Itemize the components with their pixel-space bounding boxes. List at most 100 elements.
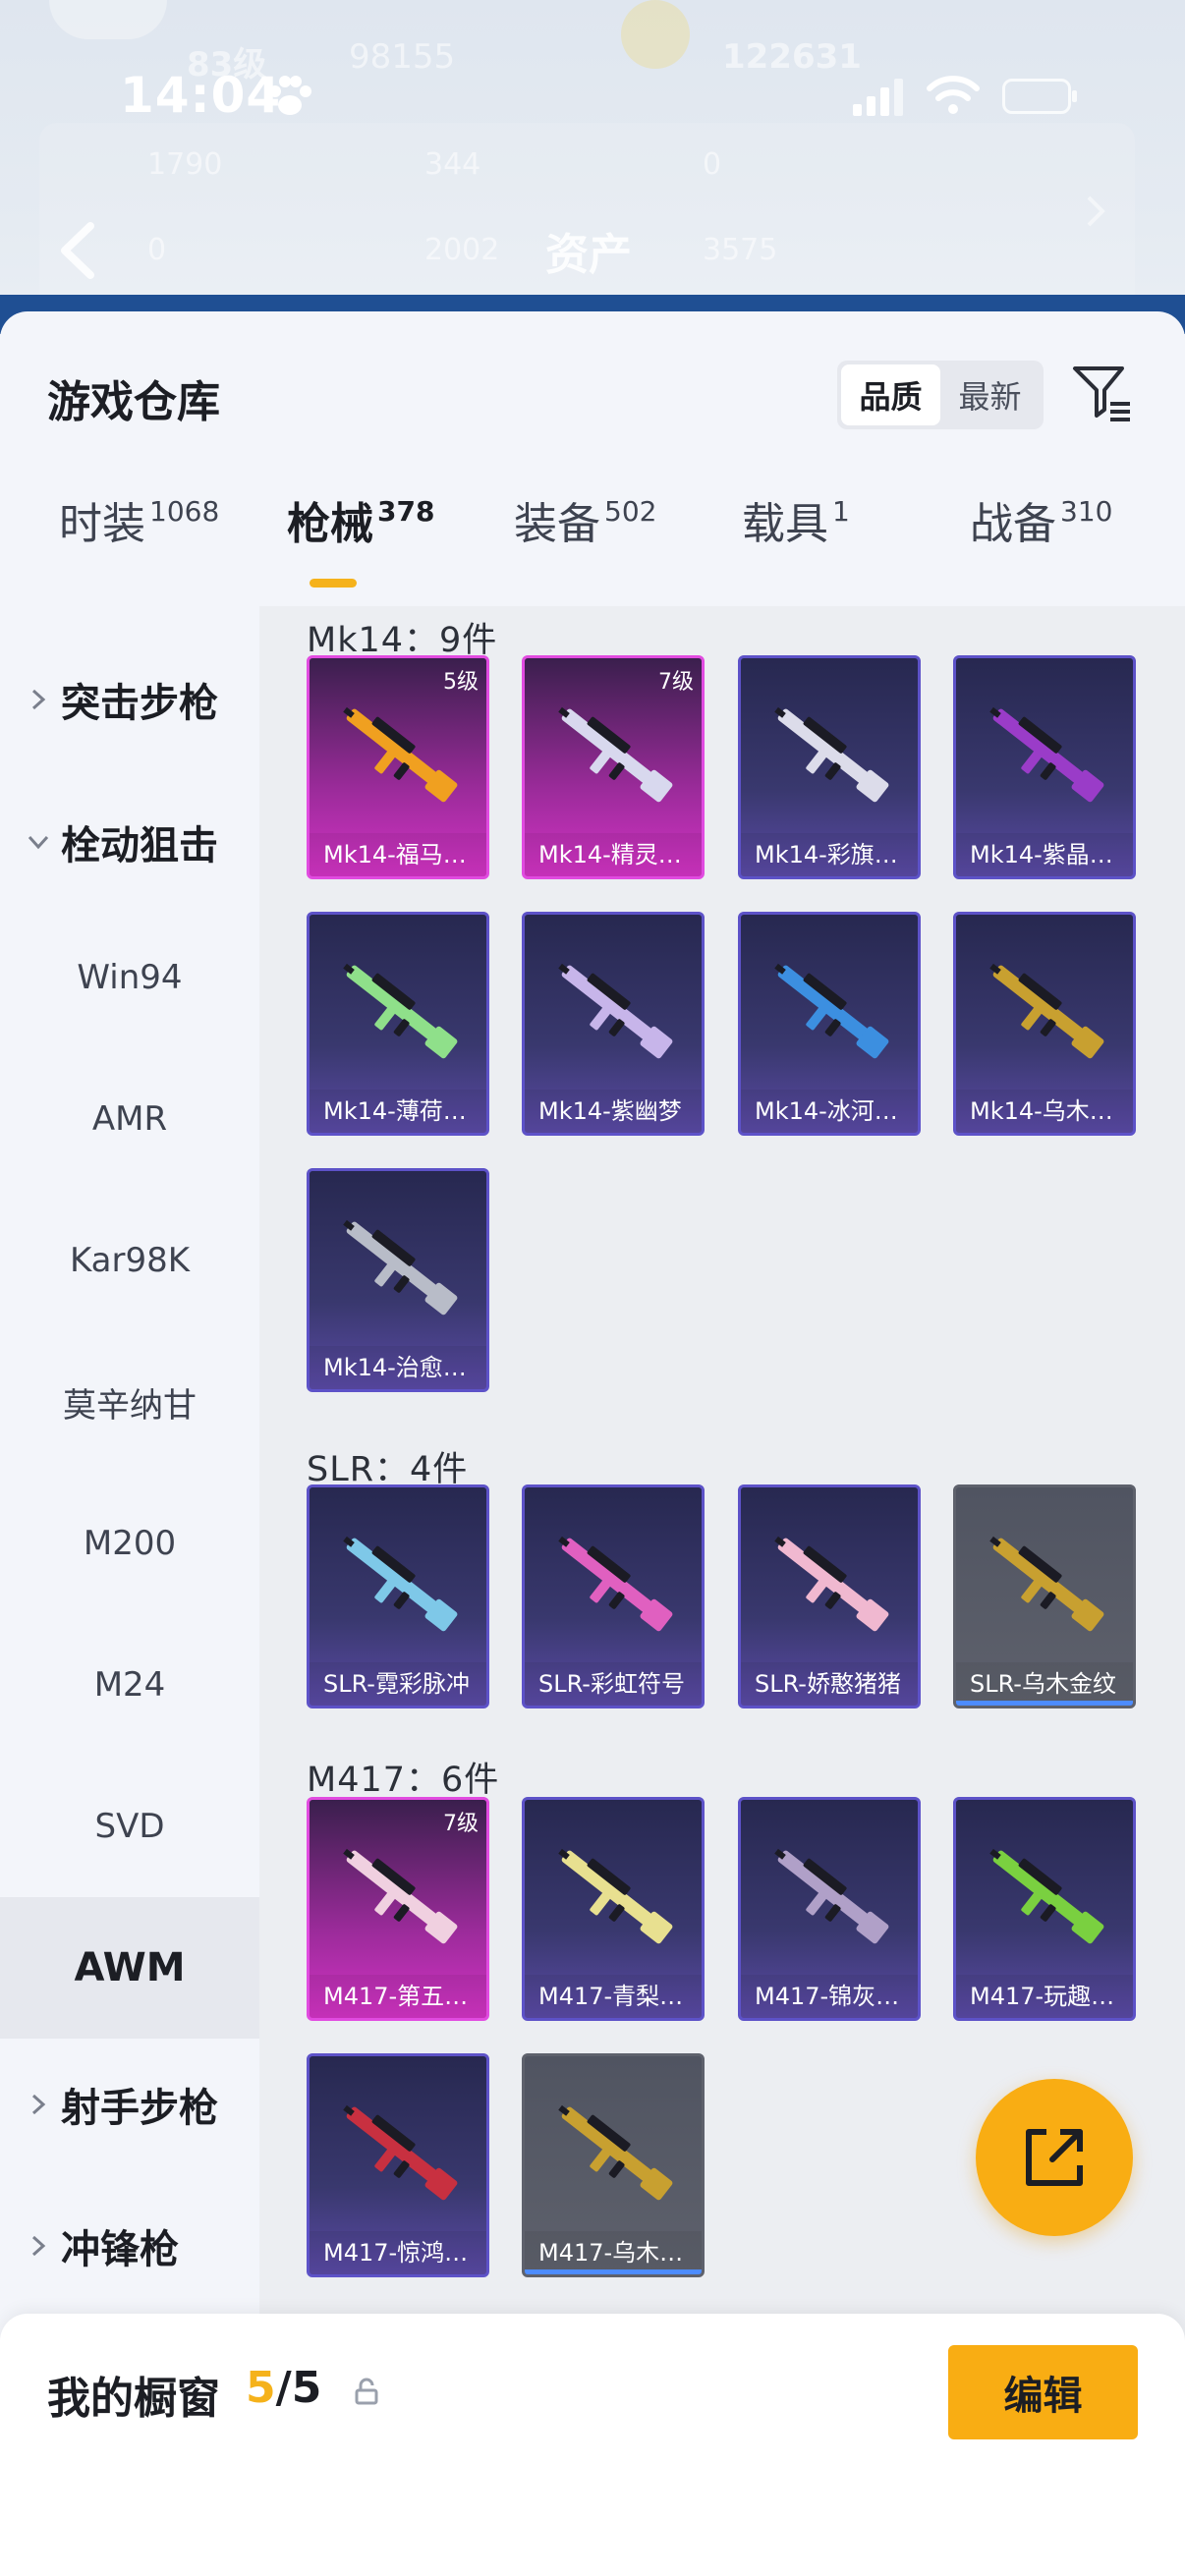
skin-level-badge: 5级 — [443, 670, 479, 695]
lock-icon — [355, 2378, 378, 2405]
rifle-icon — [774, 706, 889, 803]
skin-name: Mk14-紫晶… — [956, 833, 1133, 876]
showcase-label: 我的橱窗 — [47, 2374, 220, 2424]
tab-combat-gear[interactable]: 战备 310 — [970, 488, 1112, 551]
weapon-skin-card[interactable]: M417-锦灰… — [738, 1797, 921, 2021]
sidebar-item-mosin[interactable]: 莫辛纳甘 — [0, 1331, 259, 1473]
stat-value: 0 — [147, 233, 167, 267]
weapon-skin-card[interactable]: 5级 Mk14-福马… — [307, 655, 489, 879]
weapon-skin-card[interactable]: SLR-娇憨猪猪 — [738, 1484, 921, 1708]
weapon-skin-card[interactable]: M417-乌木… — [522, 2053, 705, 2277]
sidebar-item-m24[interactable]: M24 — [0, 1614, 259, 1756]
rifle-icon — [343, 963, 458, 1059]
weapon-skin-card[interactable]: Mk14-冰河… — [738, 912, 921, 1136]
sidebar-item-win94[interactable]: Win94 — [0, 907, 259, 1048]
sidebar-item-m200[interactable]: M200 — [0, 1473, 259, 1614]
category-assault-rifle[interactable]: 突击步枪 — [0, 631, 259, 768]
category-label: 冲锋枪 — [61, 2227, 179, 2272]
weapon-skin-card[interactable]: Mk14-乌木… — [953, 912, 1136, 1136]
chevron-right-icon — [1087, 196, 1105, 227]
weapon-skin-card[interactable]: M417-玩趣… — [953, 1797, 1136, 2021]
skin-name: M417-青梨… — [525, 1975, 702, 2018]
rifle-icon — [558, 963, 673, 1059]
skin-name: Mk14-薄荷… — [310, 1090, 486, 1133]
tab-vehicles[interactable]: 载具 1 — [742, 488, 850, 551]
active-tab-indicator — [310, 579, 357, 588]
chevron-right-icon — [31, 689, 46, 710]
category-label: 射手步枪 — [61, 2086, 218, 2131]
weapon-skin-card[interactable]: Mk14-薄荷… — [307, 912, 489, 1136]
wifi-icon — [927, 76, 980, 114]
sidebar-item-amr[interactable]: AMR — [0, 1048, 259, 1190]
category-bolt-sniper[interactable]: 栓动狙击 — [0, 773, 259, 911]
weapon-skin-card[interactable]: M417-青梨… — [522, 1797, 705, 2021]
rifle-icon — [343, 1848, 458, 1944]
rifle-icon — [774, 1848, 889, 1944]
weapon-skin-card[interactable]: 7级 M417-第五… — [307, 1797, 489, 2021]
skin-name: M417-玩趣… — [956, 1975, 1133, 2018]
rifle-icon — [989, 1848, 1104, 1944]
skin-name: SLR-娇憨猪猪 — [741, 1662, 918, 1706]
filter-icon[interactable] — [1069, 359, 1136, 425]
stat-value: 1790 — [147, 147, 223, 182]
rifle-icon — [774, 963, 889, 1059]
warehouse-title: 游戏仓库 — [47, 377, 220, 427]
player-score-secondary: 122631 — [722, 37, 862, 77]
sort-quality-button[interactable]: 品质 — [841, 364, 940, 425]
page-title: 资产 — [545, 230, 632, 280]
rifle-icon — [558, 1848, 673, 1944]
weapon-skin-card[interactable]: Mk14-彩旗… — [738, 655, 921, 879]
back-arrow-icon[interactable] — [49, 216, 108, 285]
skin-name: Mk14-福马… — [310, 833, 486, 876]
sidebar-item-kar98k[interactable]: Kar98K — [0, 1190, 259, 1331]
rifle-icon — [989, 1536, 1104, 1632]
weapon-skin-card[interactable]: Mk14-紫晶… — [953, 655, 1136, 879]
skin-name: SLR-霓彩脉冲 — [310, 1662, 486, 1706]
avatar — [49, 0, 167, 39]
rifle-icon — [774, 1536, 889, 1632]
share-button[interactable] — [976, 2079, 1133, 2236]
rank-badge-icon — [621, 0, 690, 69]
category-tabs: 时装 1068 枪械 378 装备 502 载具 1 战备 310 — [0, 488, 1185, 587]
player-score: 98155 — [349, 37, 456, 77]
tab-fashion[interactable]: 时装 1068 — [59, 488, 219, 551]
sort-newest-button[interactable]: 最新 — [940, 364, 1040, 425]
skin-name: Mk14-紫幽梦 — [525, 1090, 702, 1133]
skin-level-badge: 7级 — [443, 1812, 479, 1836]
stat-value: 0 — [703, 147, 722, 182]
skin-name: Mk14-治愈… — [310, 1346, 486, 1389]
skin-level-badge: 7级 — [658, 670, 694, 695]
rifle-icon — [558, 1536, 673, 1632]
rifle-icon — [558, 706, 673, 803]
sidebar-item-awm[interactable]: AWM — [0, 1897, 259, 2039]
category-smg[interactable]: 冲锋枪 — [0, 2177, 259, 2315]
chevron-down-icon — [28, 835, 49, 850]
edit-button[interactable]: 编辑 — [948, 2345, 1138, 2439]
tab-guns[interactable]: 枪械 378 — [287, 488, 434, 551]
category-marksman-rifle[interactable]: 射手步枪 — [0, 2036, 259, 2173]
sidebar-item-svd[interactable]: SVD — [0, 1756, 259, 1897]
weapon-section-title: M417：6件 — [307, 1761, 500, 1800]
rifle-icon — [989, 706, 1104, 803]
weapon-skin-card[interactable]: SLR-霓彩脉冲 — [307, 1484, 489, 1708]
weapon-skin-card[interactable]: M417-惊鸿… — [307, 2053, 489, 2277]
weapon-skin-card[interactable]: SLR-乌木金纹 — [953, 1484, 1136, 1708]
weapon-skin-card[interactable]: Mk14-紫幽梦 — [522, 912, 705, 1136]
cellular-signal-icon — [853, 79, 903, 116]
category-label: 突击步枪 — [61, 681, 218, 726]
weapon-skin-card[interactable]: SLR-彩虹符号 — [522, 1484, 705, 1708]
stat-value: 2002 — [424, 233, 500, 267]
skin-name: Mk14-乌木… — [956, 1090, 1133, 1133]
skin-name: M417-锦灰… — [741, 1975, 918, 2018]
battery-icon — [1002, 79, 1077, 114]
weapon-skin-card[interactable]: 7级 Mk14-精灵… — [522, 655, 705, 879]
rifle-icon — [343, 706, 458, 803]
rifle-icon — [989, 963, 1104, 1059]
rifle-icon — [343, 2104, 458, 2201]
tab-equipment[interactable]: 装备 502 — [514, 488, 656, 551]
skin-name: M417-第五… — [310, 1975, 486, 2018]
paw-icon — [269, 76, 311, 115]
weapon-skin-card[interactable]: Mk14-治愈… — [307, 1168, 489, 1392]
showcase-count: 5/5 — [246, 2363, 322, 2413]
sort-toggle: 品质 最新 — [837, 361, 1044, 429]
